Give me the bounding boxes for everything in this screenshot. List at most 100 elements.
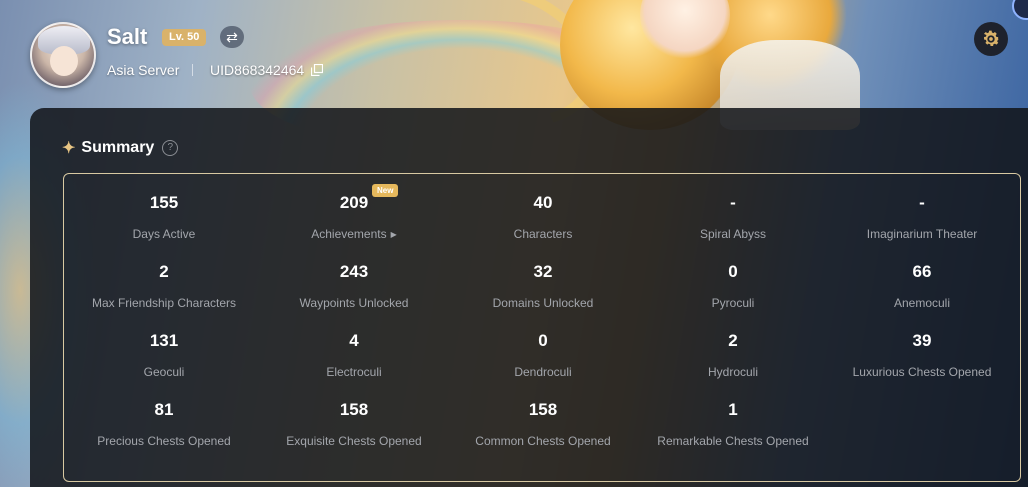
stat-item: 39 Luxurious Chests Opened	[827, 331, 1017, 379]
stat-value: 66	[827, 262, 1017, 282]
question-icon[interactable]: ?	[162, 140, 179, 156]
stat-value: 158	[448, 400, 638, 420]
stat-label-text: Exquisite Chests Opened	[286, 434, 422, 448]
stat-label: Luxurious Chests Opened	[827, 365, 1017, 379]
stat-label-text: Hydroculi	[707, 365, 758, 379]
stat-label-text: Electroculi	[326, 365, 382, 379]
stat-item: 158 Exquisite Chests Opened	[259, 400, 449, 448]
stat-label: Geoculi	[69, 365, 259, 379]
stat-label-text: Anemoculi	[893, 296, 951, 310]
stat-label-text: Days Active	[132, 227, 196, 241]
stats-grid: 155 Days Active 209 New Achievements ▶ 40 Chara…	[63, 173, 1021, 482]
stat-label-text: Dendroculi	[514, 365, 572, 379]
avatar[interactable]	[30, 22, 96, 88]
stat-label: Waypoints Unlocked	[259, 296, 449, 310]
stat-value-text: 2	[159, 262, 169, 281]
stat-item: 4 Electroculi	[259, 331, 449, 379]
level-badge: Lv. 50	[162, 29, 207, 46]
stat-item: 32 Domains Unlocked	[448, 262, 638, 310]
server-label: Asia Server	[107, 62, 180, 78]
corner-badge[interactable]	[1012, 0, 1028, 20]
uid-label: UID868342464	[210, 62, 305, 78]
stat-item: 0 Pyroculi	[638, 262, 828, 310]
stat-item[interactable]: 209 New Achievements ▶	[259, 184, 449, 241]
stat-label-text: Max Friendship Characters	[91, 296, 237, 310]
stat-label-text: Achievements	[311, 227, 387, 241]
stat-item: 131 Geoculi	[69, 331, 259, 379]
stat-item: 0 Dendroculi	[448, 331, 638, 379]
stat-item: 155 Days Active	[69, 193, 259, 241]
banner-character-face	[640, 0, 730, 60]
settings-button[interactable]	[974, 22, 1008, 56]
stat-label-text: Remarkable Chests Opened	[657, 434, 809, 448]
stat-value-text: 66	[912, 262, 932, 281]
stat-value-text: 209	[339, 193, 369, 212]
stat-label-text: Spiral Abyss	[699, 227, 767, 241]
stat-value: 209 New	[259, 184, 449, 213]
stat-value-text: 4	[349, 331, 359, 350]
stat-item: 2 Hydroculi	[638, 331, 828, 379]
stat-label: Characters	[448, 227, 638, 241]
stat-value: 0	[638, 262, 828, 282]
stat-label: Hydroculi	[638, 365, 828, 379]
stat-value: 131	[69, 331, 259, 351]
stat-value: 81	[69, 400, 259, 420]
banner-hair-2	[690, 0, 850, 90]
stat-value-text: 40	[533, 193, 553, 212]
stat-value: 243	[259, 262, 449, 282]
stat-label: Achievements ▶	[259, 227, 449, 241]
stat-item: 158 Common Chests Opened	[448, 400, 638, 448]
stat-value-text: 243	[339, 262, 369, 281]
copy-icon[interactable]	[311, 64, 323, 76]
stat-label: Common Chests Opened	[448, 434, 638, 448]
stat-value-text: 0	[728, 262, 738, 281]
player-name: Salt	[107, 24, 148, 49]
summary-header: ✦ Summary ?	[62, 137, 179, 159]
stat-value: 2	[69, 262, 259, 282]
stat-value-text: 2	[728, 331, 738, 350]
stat-label: Exquisite Chests Opened	[259, 434, 449, 448]
stat-value: 0	[448, 331, 638, 351]
stat-label: Days Active	[69, 227, 259, 241]
stat-label-text: Waypoints Unlocked	[299, 296, 409, 310]
stat-item: 66 Anemoculi	[827, 262, 1017, 310]
stat-label-text: Pyroculi	[711, 296, 755, 310]
stat-value-text: -	[730, 193, 736, 212]
stat-value-text: 0	[538, 331, 548, 350]
stat-value: 158	[259, 400, 449, 420]
stat-label: Max Friendship Characters	[69, 296, 259, 310]
stat-value: 1	[638, 400, 828, 420]
summary-title: Summary	[81, 139, 155, 156]
stat-value-text: 158	[339, 400, 369, 419]
stat-value: 4	[259, 331, 449, 351]
stat-label-text: Imaginarium Theater	[866, 227, 978, 241]
stat-item: 40 Characters	[448, 193, 638, 241]
stat-label: Electroculi	[259, 365, 449, 379]
stat-label-text: Characters	[513, 227, 573, 241]
stat-value: 155	[69, 193, 259, 213]
stat-label-text: Domains Unlocked	[492, 296, 594, 310]
new-badge: New	[372, 184, 399, 197]
stat-label: Pyroculi	[638, 296, 828, 310]
stat-item: - Spiral Abyss	[638, 193, 828, 241]
stat-label: Precious Chests Opened	[69, 434, 259, 448]
stat-label: Domains Unlocked	[448, 296, 638, 310]
swap-icon[interactable]: ⇄	[220, 26, 244, 48]
stat-value: 40	[448, 193, 638, 213]
stat-item: - Imaginarium Theater	[827, 193, 1017, 241]
stat-label-text: Luxurious Chests Opened	[852, 365, 992, 379]
stat-item: 2 Max Friendship Characters	[69, 262, 259, 310]
stat-value: 39	[827, 331, 1017, 351]
stat-label: Imaginarium Theater	[827, 227, 1017, 241]
stat-label-text: Geoculi	[143, 365, 185, 379]
stat-value-text: 158	[528, 400, 558, 419]
stat-value-text: 81	[154, 400, 174, 419]
profile-page: Salt Lv. 50 ⇄ Asia Server UID868342464 ✦…	[0, 0, 1028, 487]
stat-label: Anemoculi	[827, 296, 1017, 310]
stat-item: 81 Precious Chests Opened	[69, 400, 259, 448]
gear-icon	[983, 30, 1000, 47]
stat-label-text: Precious Chests Opened	[97, 434, 231, 448]
stat-value: -	[827, 193, 1017, 213]
stat-item: 243 Waypoints Unlocked	[259, 262, 449, 310]
stat-value-text: 155	[149, 193, 179, 212]
